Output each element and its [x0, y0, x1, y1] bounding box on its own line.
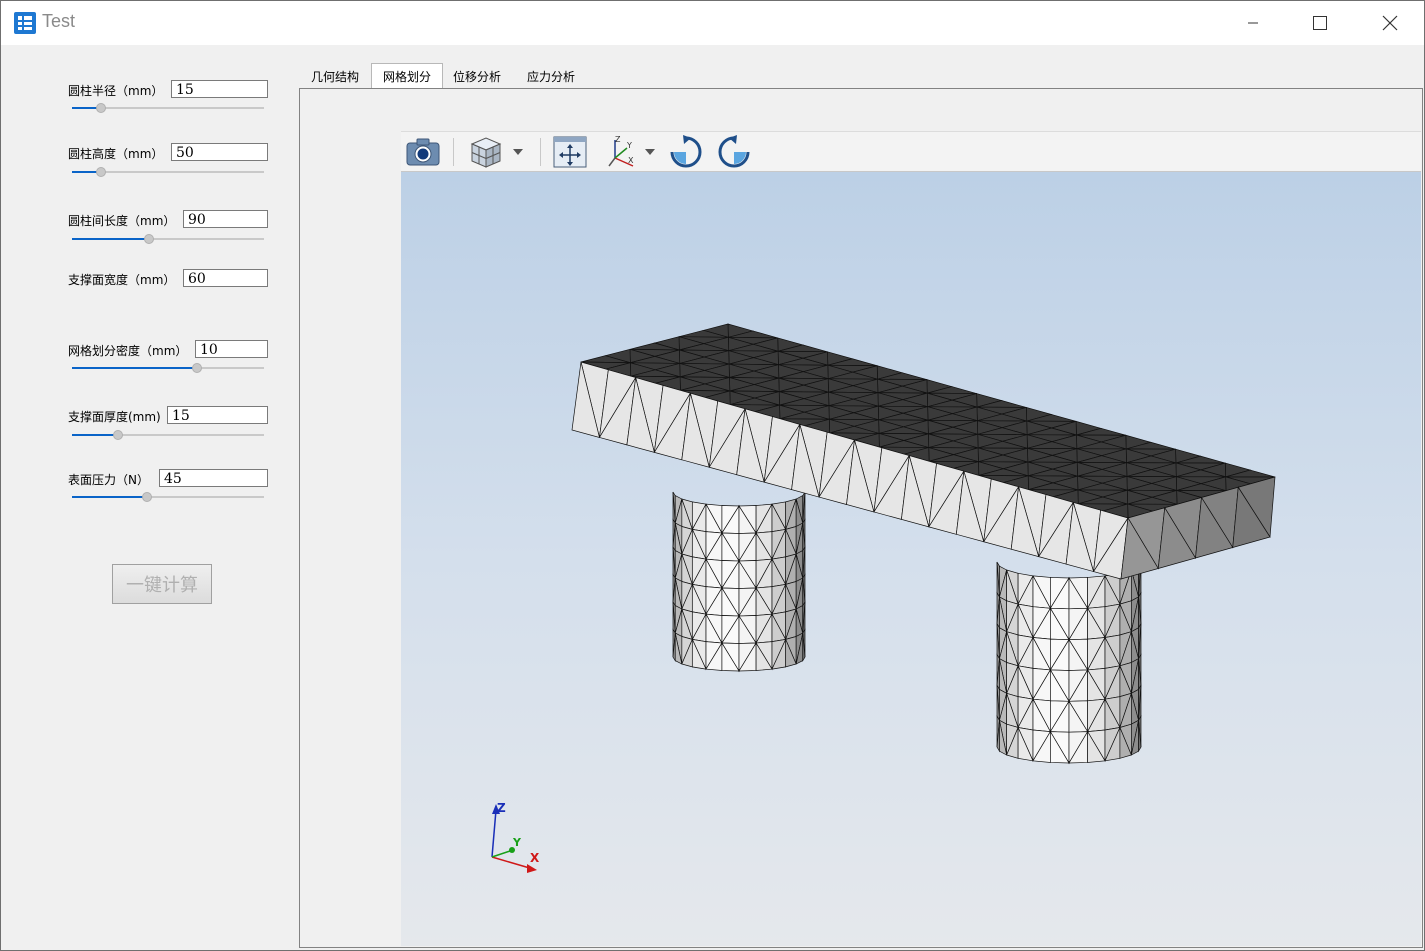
window-title: Test: [42, 11, 76, 31]
axes-icon-x-label: X: [628, 156, 634, 165]
dropdown-arrow-icon: [645, 149, 655, 155]
slider-fill: [72, 496, 147, 498]
screenshot-button[interactable]: [404, 134, 442, 170]
cylinder-spacing-input[interactable]: 90: [183, 210, 268, 228]
slider-fill: [72, 238, 149, 240]
slider-thumb[interactable]: [144, 234, 154, 244]
toolbar-separator: [453, 138, 454, 166]
surface-pressure-input[interactable]: 45: [159, 469, 268, 487]
axis-z-label: Z: [497, 801, 506, 815]
slider-fill: [72, 367, 197, 369]
cylinder-spacing-slider[interactable]: [72, 234, 264, 244]
tab-mesh[interactable]: 网格划分: [371, 63, 443, 90]
axes-view-button[interactable]: Z Y X: [601, 134, 641, 170]
close-button[interactable]: [1367, 1, 1413, 45]
axes-icon: Z Y X: [608, 135, 634, 167]
maximize-button[interactable]: [1297, 1, 1343, 45]
minimize-icon: [1248, 22, 1258, 24]
calculate-button[interactable]: 一键计算: [112, 564, 212, 604]
view-cube-button[interactable]: [465, 134, 505, 170]
cylinder-height-input[interactable]: 50: [171, 143, 268, 161]
cylinder-height-slider[interactable]: [72, 167, 264, 177]
title-bar[interactable]: Test: [1, 1, 1424, 45]
camera-icon: [406, 138, 440, 166]
toolbar-separator: [540, 138, 541, 166]
3d-viewer: Z Y X Z Y X: [401, 131, 1421, 946]
axis-y-label: Y: [512, 836, 522, 849]
surface-pressure-label: 表面压力（N）: [68, 473, 149, 487]
support-thickness-slider[interactable]: [72, 430, 264, 440]
cylinder-radius-slider[interactable]: [72, 103, 264, 113]
tab-geometry[interactable]: 几何结构: [303, 65, 367, 88]
cylinder-height-label: 圆柱高度（mm）: [68, 147, 164, 161]
close-icon: [1382, 15, 1398, 31]
rotate-counterclockwise-icon: [718, 135, 750, 168]
support-width-label: 支撑面宽度（mm）: [68, 273, 176, 287]
slider-thumb[interactable]: [192, 363, 202, 373]
fit-all-button[interactable]: [551, 134, 589, 170]
axes-icon-z-label: Z: [615, 135, 621, 144]
cylinder-spacing-label: 圆柱间长度（mm）: [68, 214, 176, 228]
main-window: Test 圆柱半径（mm） 15 圆柱高度（mm） 50 圆柱间长度（mm） 9…: [0, 0, 1425, 951]
support-thickness-label: 支撑面厚度(mm): [68, 410, 161, 424]
minimize-button[interactable]: [1230, 1, 1276, 45]
3d-viewport[interactable]: Z Y X: [401, 172, 1421, 946]
view-dropdown-button[interactable]: [509, 134, 527, 170]
support-width-input[interactable]: 60: [183, 269, 268, 287]
mesh-density-slider[interactable]: [72, 363, 264, 373]
mesh-density-input[interactable]: 10: [195, 340, 268, 358]
rotate-clockwise-icon: [670, 135, 702, 168]
cylinder-radius-input[interactable]: 15: [171, 80, 268, 98]
dropdown-arrow-icon: [513, 149, 523, 155]
tab-displacement[interactable]: 位移分析: [445, 65, 509, 88]
cylinder-radius-label: 圆柱半径（mm）: [68, 84, 164, 98]
slider-thumb[interactable]: [142, 492, 152, 502]
viewer-toolbar: Z Y X: [401, 131, 1421, 172]
slider-fill: [72, 434, 118, 436]
app-icon: [14, 12, 36, 34]
surface-pressure-slider[interactable]: [72, 492, 264, 502]
mesh-density-label: 网格划分密度（mm）: [68, 344, 188, 358]
rotate-clockwise-button[interactable]: [667, 134, 705, 170]
support-thickness-input[interactable]: 15: [167, 406, 268, 424]
maximize-icon: [1313, 16, 1327, 30]
rotate-counterclockwise-button[interactable]: [715, 134, 753, 170]
tab-stress[interactable]: 应力分析: [519, 65, 583, 88]
axes-icon-y-label: Y: [626, 141, 632, 150]
slider-thumb[interactable]: [96, 167, 106, 177]
view-cube-icon: [470, 137, 502, 168]
axis-triad: Z Y X: [491, 801, 540, 873]
fit-all-icon: [553, 136, 587, 168]
mesh-model: Z Y X: [491, 323, 1276, 873]
slider-thumb[interactable]: [96, 103, 106, 113]
axis-x-label: X: [530, 851, 540, 865]
slider-thumb[interactable]: [113, 430, 123, 440]
axes-dropdown-button[interactable]: [641, 134, 659, 170]
